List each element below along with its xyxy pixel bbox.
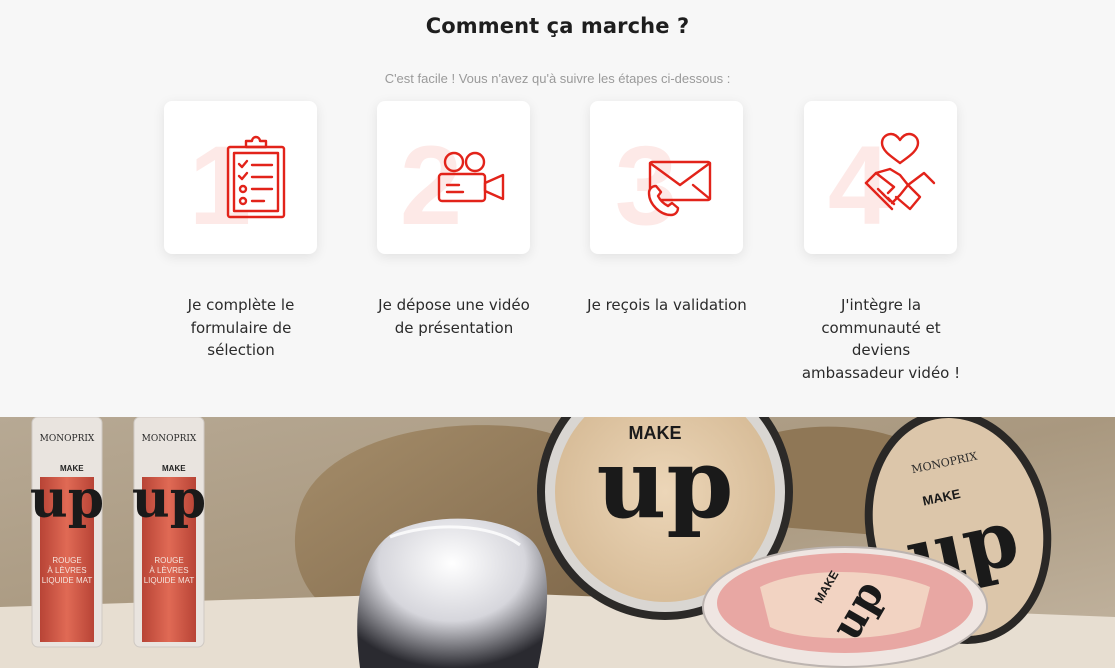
lipstick-tube-2: MONOPRIX MAKE up ROUGE À LÈVRES LIQUIDE …	[132, 417, 206, 648]
lipstick-1-desc-3: LIQUIDE MAT	[42, 576, 93, 585]
section-subtitle: C'est facile ! Vous n'avez qu'à suivre l…	[384, 71, 731, 86]
makeup-product-photo: MONOPRIX MAKE up ROUGE À LÈVRES LIQUIDE …	[0, 417, 1115, 668]
lipstick-2-up: up	[132, 469, 206, 530]
how-it-works-section: Comment ça marche ? C'est facile ! Vous …	[0, 0, 1115, 417]
step-card-2: 2	[377, 101, 530, 254]
lipstick-2-brand: MONOPRIX	[142, 434, 197, 444]
lipstick-2-desc-1: ROUGE	[154, 556, 183, 565]
lipstick-1-desc-2: À LÈVRES	[47, 566, 86, 575]
envelope-phone-icon	[647, 160, 712, 217]
step-2-graphic: 2	[400, 123, 505, 248]
step-3-graphic: 3	[615, 123, 712, 248]
step-label-3: Je reçois la validation	[587, 296, 747, 314]
step-label-1: Je complète le formulaire de sélection	[187, 296, 295, 359]
step-4-graphic: 4	[828, 123, 936, 248]
blush-compact: MAKE up	[702, 546, 988, 668]
lipstick-tube-1: MONOPRIX MAKE up ROUGE À LÈVRES LIQUIDE …	[30, 417, 104, 648]
step-card-4: 4	[804, 101, 957, 254]
compact-center-up: up	[597, 427, 734, 540]
step-card-3: 3	[590, 101, 743, 254]
lipstick-1-up: up	[30, 469, 104, 530]
lipstick-1-desc-1: ROUGE	[52, 556, 81, 565]
step-label-2: Je dépose une vidéo de présentation	[378, 296, 530, 337]
step-number-4: 4	[828, 123, 890, 248]
step-number-3: 3	[615, 123, 677, 248]
lipstick-2-desc-3: LIQUIDE MAT	[144, 576, 195, 585]
step-1-graphic: 1	[189, 123, 286, 248]
makeup-brush	[357, 518, 548, 668]
step-label-4: J'intègre la communauté et deviens ambas…	[801, 296, 961, 382]
step-card-1: 1	[164, 101, 317, 254]
section-title: Comment ça marche ?	[425, 14, 690, 38]
lipstick-1-brand: MONOPRIX	[40, 434, 95, 444]
lipstick-2-desc-2: À LÈVRES	[149, 566, 188, 575]
